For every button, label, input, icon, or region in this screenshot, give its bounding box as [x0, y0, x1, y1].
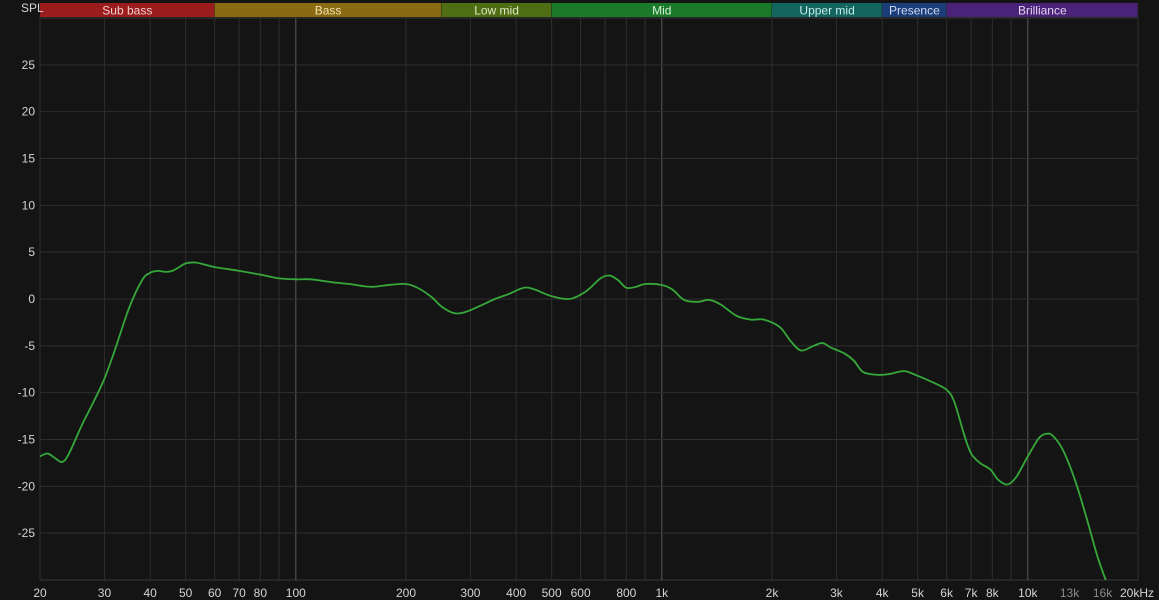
- band-label: Low mid: [474, 4, 519, 18]
- x-tick-label: 10k: [1018, 586, 1038, 600]
- x-tick-label: 16k: [1093, 586, 1113, 600]
- band-label: Brilliance: [1018, 4, 1067, 18]
- x-tick-label: 60: [208, 586, 222, 600]
- x-tick-label: 2k: [766, 586, 780, 600]
- band-label: Bass: [315, 4, 342, 18]
- x-tick-label: 13k: [1060, 586, 1080, 600]
- band-label: Mid: [652, 4, 671, 18]
- x-tick-label: 30: [98, 586, 112, 600]
- y-tick-label: 5: [28, 245, 35, 259]
- band-label: Sub bass: [102, 4, 152, 18]
- y-axis-label: SPL: [21, 1, 44, 15]
- x-tick-label: 8k: [986, 586, 1000, 600]
- y-tick-label: 10: [22, 198, 36, 212]
- x-tick-label: 400: [506, 586, 526, 600]
- band-label: Upper mid: [799, 4, 854, 18]
- y-tick-label: -5: [24, 339, 35, 353]
- chart-canvas: Sub bass Bass Low mid Mid Upper mid Presence B…: [0, 0, 1159, 600]
- y-tick-label: -25: [18, 526, 36, 540]
- band-label: Presence: [889, 4, 940, 18]
- x-tick-label: 5k: [911, 586, 925, 600]
- x-tick-label: 4k: [876, 586, 890, 600]
- x-tick-label: 7k: [965, 586, 979, 600]
- x-tick-label: 50: [179, 586, 193, 600]
- frequency-response-chart: Sub bass Bass Low mid Mid Upper mid Presence B…: [0, 0, 1159, 600]
- y-tick-label: 25: [22, 58, 36, 72]
- y-tick-label: -10: [18, 386, 36, 400]
- x-tick-label: 600: [571, 586, 591, 600]
- x-tick-label: 200: [396, 586, 416, 600]
- x-tick-label: 300: [460, 586, 480, 600]
- y-tick-label: -20: [18, 479, 36, 493]
- x-tick-label: 20kHz: [1120, 586, 1154, 600]
- y-tick-label: 15: [22, 152, 36, 166]
- x-tick-label: 1k: [655, 586, 669, 600]
- x-tick-label: 100: [286, 586, 306, 600]
- chart-background: [0, 0, 1159, 600]
- x-tick-label: 80: [254, 586, 268, 600]
- x-tick-label: 6k: [940, 586, 954, 600]
- x-tick-label: 3k: [830, 586, 844, 600]
- x-tick-label: 20: [33, 586, 47, 600]
- x-tick-label: 500: [542, 586, 562, 600]
- y-tick-label: 0: [28, 292, 35, 306]
- x-tick-label: 70: [232, 586, 246, 600]
- x-tick-label: 800: [616, 586, 636, 600]
- frequency-bands: Sub bass Bass Low mid Mid Upper mid Presence B…: [40, 3, 1139, 18]
- x-tick-label: 40: [143, 586, 157, 600]
- y-tick-label: 20: [22, 105, 36, 119]
- y-tick-label: -15: [18, 433, 36, 447]
